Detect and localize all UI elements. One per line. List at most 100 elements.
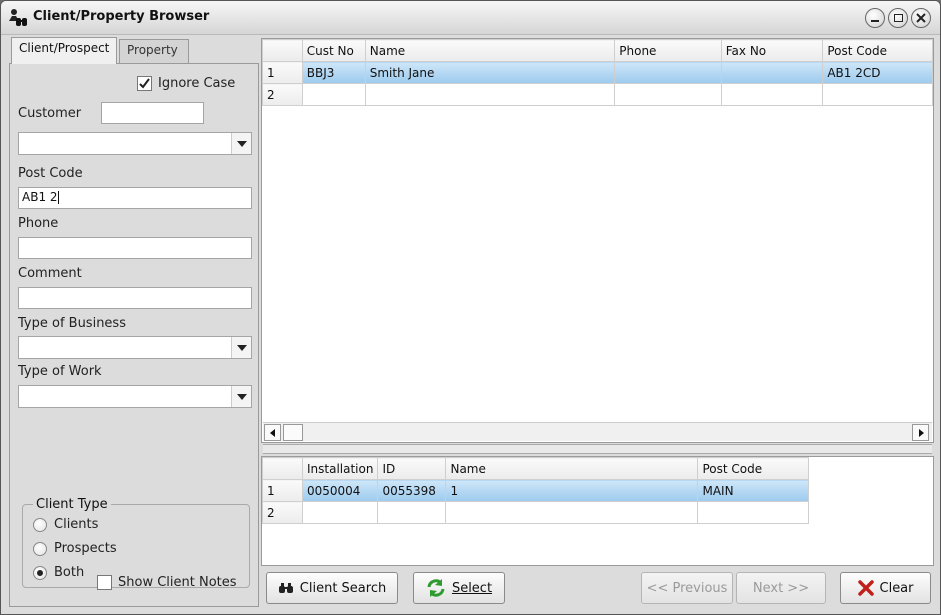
select-button[interactable]: Select xyxy=(413,572,505,604)
type-of-business-dropdown[interactable] xyxy=(231,337,251,358)
scroll-thumb[interactable] xyxy=(283,424,303,441)
column-header[interactable]: Cust No xyxy=(301,39,366,62)
show-client-notes-checkbox[interactable] xyxy=(97,575,112,590)
chevron-down-icon xyxy=(236,140,247,147)
column-header[interactable]: Fax No xyxy=(720,39,824,62)
binoculars-person-icon xyxy=(7,8,29,28)
corner-cell xyxy=(262,457,303,480)
clients-grid[interactable]: Cust No Name Phone Fax No Post Code 1 BB… xyxy=(261,38,934,443)
cell[interactable] xyxy=(720,61,824,84)
previous-label: << Previous xyxy=(646,580,728,596)
scroll-left-button[interactable] xyxy=(264,424,281,441)
customer-input[interactable] xyxy=(101,102,204,124)
row-number: 2 xyxy=(262,501,303,524)
type-of-work-dropdown[interactable] xyxy=(231,386,251,407)
cell[interactable] xyxy=(301,83,366,106)
column-header[interactable]: Installation xyxy=(301,457,379,480)
cell[interactable]: Smith Jane xyxy=(364,61,616,84)
client-type-legend: Client Type xyxy=(33,497,111,512)
arrow-right-icon xyxy=(918,428,924,437)
table-row[interactable]: 1 BBJ3 Smith Jane AB1 2CD xyxy=(262,61,933,84)
customer-combo-dropdown[interactable] xyxy=(231,133,251,154)
cell[interactable] xyxy=(445,501,699,524)
refresh-icon xyxy=(427,579,445,597)
column-header[interactable]: ID xyxy=(377,457,447,480)
search-criteria-panel: Client/Prospect Property Ignore Case Cus… xyxy=(9,37,259,607)
type-of-business-label: Type of Business xyxy=(18,316,126,331)
window-title: Client/Property Browser xyxy=(33,9,210,24)
clients-grid-hscrollbar[interactable] xyxy=(263,422,932,441)
tab-property[interactable]: Property xyxy=(119,39,189,63)
maximize-button[interactable] xyxy=(888,8,908,28)
table-row[interactable]: 2 xyxy=(262,501,810,524)
cell[interactable] xyxy=(614,61,722,84)
postcode-label: Post Code xyxy=(18,166,83,181)
client-prospect-tab-panel: Ignore Case Customer Post Code AB1 2 Pho… xyxy=(9,63,259,607)
comment-input[interactable] xyxy=(18,287,252,309)
title-bar[interactable]: Client/Property Browser xyxy=(1,1,940,35)
clear-x-icon xyxy=(857,580,874,596)
client-search-button[interactable]: Client Search xyxy=(266,572,398,604)
clients-grid-header: Cust No Name Phone Fax No Post Code xyxy=(262,39,933,62)
column-header[interactable]: Post Code xyxy=(822,39,933,62)
cell[interactable] xyxy=(614,83,722,106)
chevron-down-icon xyxy=(236,344,247,351)
minimize-button[interactable] xyxy=(865,8,885,28)
radio-clients[interactable] xyxy=(33,518,47,532)
postcode-value: AB1 2 xyxy=(22,190,58,204)
postcode-input[interactable]: AB1 2 xyxy=(18,187,252,209)
type-of-business-combo[interactable] xyxy=(18,336,252,359)
close-button[interactable] xyxy=(911,8,931,28)
clear-label: Clear xyxy=(879,580,914,596)
binoculars-icon xyxy=(278,583,293,593)
cell[interactable] xyxy=(364,83,616,106)
cell[interactable]: MAIN xyxy=(697,479,810,502)
column-header[interactable]: Name xyxy=(445,457,699,480)
cell[interactable]: 0050004 xyxy=(301,479,379,502)
cell[interactable]: 1 xyxy=(445,479,699,502)
radio-prospects-label: Prospects xyxy=(54,541,117,556)
arrow-left-icon xyxy=(269,428,275,437)
text-cursor xyxy=(57,191,59,204)
column-header[interactable]: Name xyxy=(364,39,616,62)
phone-input[interactable] xyxy=(18,237,252,259)
client-search-label: Client Search xyxy=(299,580,387,596)
radio-clients-label: Clients xyxy=(54,517,99,532)
close-icon xyxy=(916,13,926,23)
minimize-icon xyxy=(871,19,879,22)
cell[interactable]: 0055398 xyxy=(377,479,447,502)
cell[interactable] xyxy=(720,83,824,106)
customer-combo[interactable] xyxy=(18,132,252,155)
column-header[interactable]: Post Code xyxy=(697,457,810,480)
previous-button[interactable]: << Previous xyxy=(641,572,733,604)
cell[interactable] xyxy=(822,83,933,106)
scroll-right-button[interactable] xyxy=(912,424,929,441)
chevron-down-icon xyxy=(236,393,247,400)
comment-label: Comment xyxy=(18,266,82,281)
select-label: Select xyxy=(451,580,493,596)
customer-label: Customer xyxy=(18,106,82,121)
tab-client-prospect[interactable]: Client/Prospect xyxy=(11,37,117,64)
column-header[interactable]: Phone xyxy=(614,39,722,62)
cell[interactable] xyxy=(377,501,447,524)
property-grid[interactable]: Installation ID Name Post Code 1 0050004… xyxy=(261,456,934,566)
next-label: Next >> xyxy=(752,580,810,596)
radio-both[interactable] xyxy=(33,566,47,580)
maximize-icon xyxy=(893,14,903,22)
next-button[interactable]: Next >> xyxy=(736,572,826,604)
table-row[interactable]: 2 xyxy=(262,83,933,106)
row-number: 1 xyxy=(262,479,303,502)
cell[interactable]: BBJ3 xyxy=(301,61,366,84)
cell[interactable] xyxy=(697,501,810,524)
cell[interactable]: AB1 2CD xyxy=(822,61,933,84)
cell[interactable] xyxy=(301,501,379,524)
ignore-case-checkbox[interactable] xyxy=(137,76,152,91)
table-row[interactable]: 1 0050004 0055398 1 MAIN xyxy=(262,479,810,502)
type-of-work-combo[interactable] xyxy=(18,385,252,408)
show-client-notes-label: Show Client Notes xyxy=(118,575,237,590)
radio-prospects[interactable] xyxy=(33,542,47,556)
radio-both-label: Both xyxy=(54,565,85,580)
grid-splitter[interactable] xyxy=(263,444,932,454)
clear-button[interactable]: Clear xyxy=(840,572,931,604)
row-number: 1 xyxy=(262,61,303,84)
